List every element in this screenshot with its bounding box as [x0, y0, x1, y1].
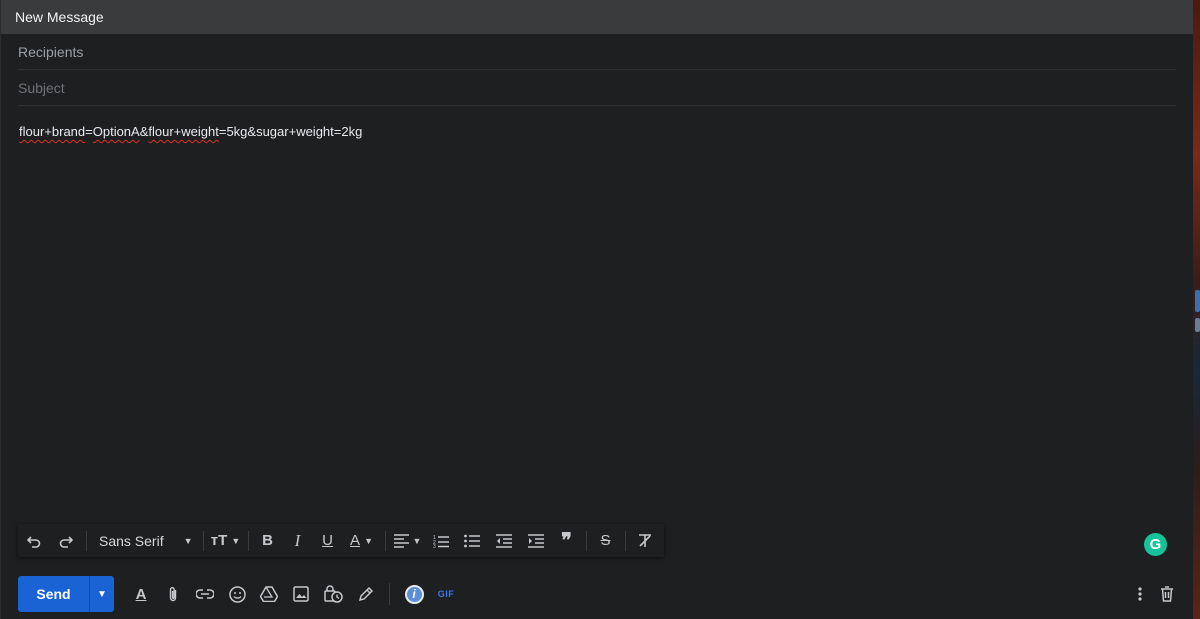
message-body[interactable]: flour+brand=OptionA&flour+weight=5kg&sug…: [1, 106, 1193, 157]
background-window-edge: [1193, 0, 1200, 619]
underline-icon[interactable]: U: [313, 526, 343, 556]
chevron-down-icon: ▼: [412, 535, 422, 546]
compose-window: New Message Recipients Subject flour+bra…: [0, 0, 1193, 619]
align-button[interactable]: ▼: [390, 526, 426, 556]
body-text-misspelled-2: OptionA: [92, 124, 140, 139]
text-size-icon: тT: [210, 532, 228, 549]
svg-text:3: 3: [433, 544, 436, 548]
confidential-mode-icon[interactable]: [317, 580, 349, 608]
subject-placeholder: Subject: [18, 79, 65, 96]
emoji-icon[interactable]: [221, 580, 253, 608]
more-options-icon[interactable]: [1127, 580, 1153, 608]
remove-formatting-icon[interactable]: [630, 526, 660, 556]
toolbar-divider: [384, 530, 386, 551]
toolbar-divider: [247, 530, 249, 551]
indent-less-icon[interactable]: [488, 526, 520, 556]
body-text-rest: =5kg&sugar+weight=2kg: [218, 124, 363, 139]
recipients-field[interactable]: Recipients: [18, 34, 1176, 70]
bulleted-list-icon[interactable]: [456, 526, 488, 556]
chevron-down-icon: ▼: [231, 535, 241, 546]
chevron-down-icon: ▼: [364, 535, 373, 546]
body-text-misspelled-1: flour+brand: [19, 124, 86, 139]
redo-icon[interactable]: [50, 526, 82, 556]
italic-icon[interactable]: I: [283, 526, 313, 556]
chevron-down-icon: ▼: [183, 535, 193, 546]
google-drive-icon[interactable]: [253, 580, 285, 608]
subject-field[interactable]: Subject: [18, 70, 1176, 106]
body-text-misspelled-3: flour+weight: [148, 124, 219, 139]
compose-actions: A i GIF: [125, 580, 462, 608]
indent-more-icon[interactable]: [520, 526, 552, 556]
text-color-icon: A: [350, 532, 361, 549]
compose-header[interactable]: New Message: [1, 0, 1193, 34]
font-family-select[interactable]: Sans Serif ▼: [91, 526, 199, 556]
font-size-button[interactable]: тT ▼: [208, 526, 244, 556]
attach-file-icon[interactable]: [157, 580, 189, 608]
toolbar-divider: [624, 530, 626, 551]
compose-right-actions: [1127, 580, 1181, 608]
toolbar-divider: [585, 530, 587, 551]
bold-icon[interactable]: B: [253, 526, 283, 556]
strikethrough-icon[interactable]: S: [591, 526, 621, 556]
numbered-list-icon[interactable]: 123: [426, 526, 456, 556]
font-family-label: Sans Serif: [99, 532, 164, 549]
quote-icon[interactable]: ❞: [552, 526, 582, 556]
body-text-equals: =: [85, 124, 93, 139]
grammarly-icon[interactable]: G: [1144, 533, 1167, 556]
discard-draft-icon[interactable]: [1153, 580, 1181, 608]
recipients-placeholder: Recipients: [18, 43, 84, 60]
send-button-group: Send ▼: [18, 576, 114, 612]
send-button[interactable]: Send: [18, 576, 89, 612]
align-left-icon: [393, 533, 409, 548]
text-color-button[interactable]: A ▼: [343, 526, 381, 556]
gif-button[interactable]: GIF: [430, 580, 462, 608]
compose-title: New Message: [15, 9, 104, 25]
insert-photo-icon[interactable]: [285, 580, 317, 608]
insert-link-icon[interactable]: [189, 580, 221, 608]
undo-icon[interactable]: [18, 526, 50, 556]
formatting-toolbar: Sans Serif ▼ тT ▼ B I U A ▼ ▼ 123 ❞ S: [18, 524, 664, 557]
chevron-down-icon: ▼: [97, 588, 107, 600]
send-options-button[interactable]: ▼: [89, 576, 114, 612]
toolbar-divider: [389, 583, 390, 605]
gif-label: GIF: [437, 589, 455, 599]
signature-pen-icon[interactable]: [349, 580, 381, 608]
toolbar-divider: [202, 530, 204, 551]
formatting-options-icon[interactable]: A: [125, 580, 157, 608]
toolbar-divider: [86, 530, 87, 551]
email-tracker-icon[interactable]: i: [398, 580, 430, 608]
